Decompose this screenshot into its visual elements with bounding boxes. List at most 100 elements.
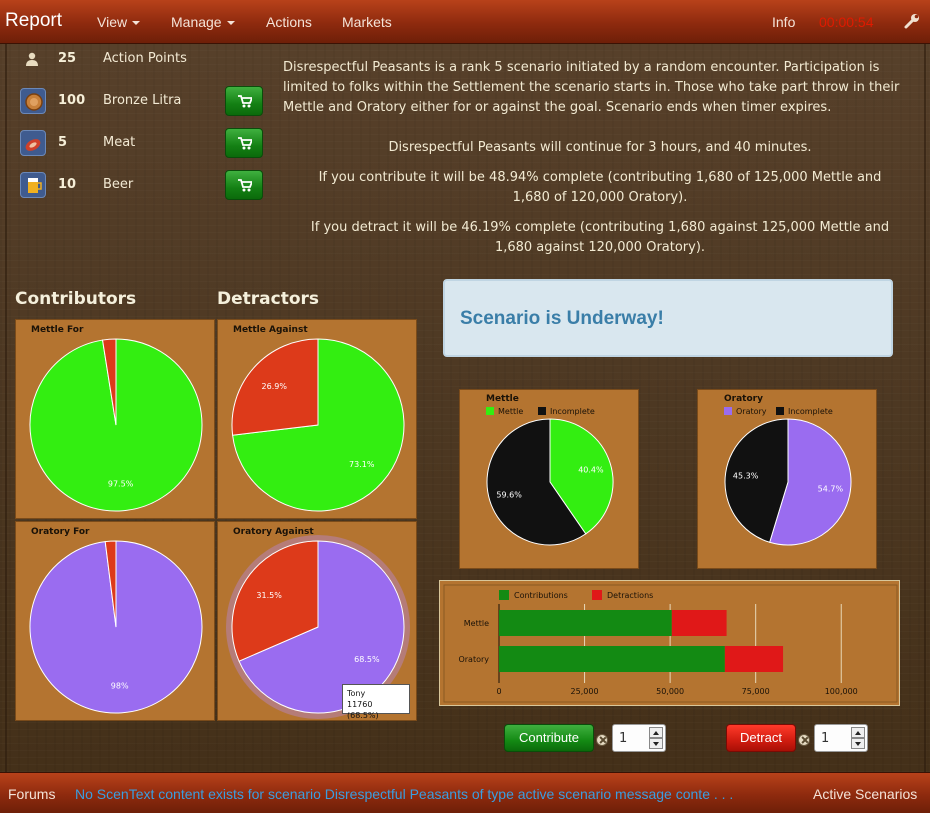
decrement-arrow-icon[interactable] [851,738,865,749]
resource-row-action-points: 25 Action Points [20,44,270,74]
detract-button[interactable]: Detract [726,724,796,752]
resource-row-beer: 10 Beer [20,170,270,200]
decrement-arrow-icon[interactable] [649,738,663,749]
legend-label: Oratory [736,407,767,416]
pie-title: Mettle [486,394,519,404]
pie-slice-label: 31.5% [256,591,282,600]
resource-name: Action Points [103,51,187,66]
nav-markets[interactable]: Markets [342,14,392,30]
contributors-heading: Contributors [15,289,137,309]
pie-slice-label: 45.3% [733,472,759,481]
pie-chart-svg: 73.1% 26.9% [231,338,405,512]
pie-chart-svg: 98% [29,540,203,714]
contribute-quantity-stepper[interactable] [612,724,666,752]
nav-view-label: View [97,14,128,30]
nav-info[interactable]: Info [772,14,795,30]
person-icon [26,52,38,66]
brand-title[interactable]: Report [5,10,62,32]
pie-title: Mettle Against [233,325,308,335]
clear-contribute-icon[interactable] [596,734,608,746]
y-category-label: Mettle [464,619,489,628]
contribute-projection: If you contribute it will be 48.94% comp… [318,170,882,205]
beer-mug-icon [20,172,46,198]
legend-swatch [538,407,546,415]
clear-detract-icon[interactable] [798,734,810,746]
scenario-status-text: Scenario is Underway! [460,308,664,329]
frame-border-right [924,44,926,772]
mettle-for-pie-panel: 97.5% Mettle For [15,319,215,519]
scenario-status-box: Scenario is Underway! [443,279,893,357]
legend-swatch [499,590,509,600]
oratory-for-pie-panel: 98% Oratory For [15,521,215,721]
active-scenarios-link[interactable]: Active Scenarios [813,786,917,802]
detract-quantity-stepper[interactable] [814,724,868,752]
contribute-quantity-input[interactable] [619,729,647,747]
detract-quantity-input[interactable] [821,729,849,747]
pie-chart-svg: 54.7% 45.3% Oratory Incomplete [724,407,852,546]
legend-label: Mettle [498,407,523,416]
bar-segment[interactable] [724,646,784,672]
top-navbar: Report View Manage Actions Markets Info … [0,0,930,44]
nav-view-menu[interactable]: View [97,14,141,30]
buy-bronze-litra-button[interactable] [225,86,263,116]
pie-slice-label: 68.5% [354,655,380,664]
x-tick-label: 0 [496,687,501,696]
wrench-icon[interactable] [903,12,921,30]
scenario-duration: Disrespectful Peasants will continue for… [388,140,812,155]
nav-actions[interactable]: Actions [266,14,312,30]
mettle-against-pie-panel: 73.1% 26.9% Mettle Against [217,319,417,519]
resource-qty: 25 [58,51,77,66]
nav-manage-menu[interactable]: Manage [171,14,235,30]
forums-link[interactable]: Forums [8,786,55,802]
buy-beer-button[interactable] [225,170,263,200]
mettle-progress-pie-panel: 40.4% 59.6% Mettle Incomplete Mettle [459,389,639,569]
shopping-cart-icon [238,179,252,192]
y-category-label: Oratory [458,655,489,664]
frame-border-left [5,44,7,772]
shopping-cart-icon [238,137,252,150]
resource-name: Meat [103,135,136,150]
buy-meat-button[interactable] [225,128,263,158]
pie-slice-label: 40.4% [578,465,604,474]
pie-title: Oratory For [31,527,90,537]
stepper-arrows [851,727,865,749]
pie-slice-label: 98% [111,681,129,690]
scenario-description: Disrespectful Peasants is a rank 5 scena… [283,60,900,115]
stepper-arrows [649,727,663,749]
oratory-progress-pie-panel: 54.7% 45.3% Oratory Incomplete Oratory [697,389,877,569]
bar-segment[interactable] [499,646,725,672]
increment-arrow-icon[interactable] [851,727,865,738]
resource-qty: 5 [58,135,68,150]
pie-chart-svg: 97.5% [29,338,203,512]
pie-slice-label: 26.9% [262,382,288,391]
chevron-down-icon [132,21,141,26]
legend-label: Incomplete [788,407,833,416]
pie-slice-label: 59.6% [496,491,522,500]
pie-title: Mettle For [31,325,84,335]
pie-title: Oratory [724,394,763,404]
news-ticker[interactable]: No ScenText content exists for scenario … [75,786,745,802]
nav-manage-label: Manage [171,14,222,30]
pie-slice-label: 73.1% [349,460,375,469]
contribute-button[interactable]: Contribute [504,724,594,752]
bar-segment[interactable] [671,610,727,636]
pie-title: Oratory Against [233,527,314,537]
resource-row-bronze-litra: 100 Bronze Litra [20,86,270,116]
meat-icon [20,130,46,156]
resource-row-meat: 5 Meat [20,128,270,158]
x-tick-label: 100,000 [825,687,858,696]
resource-name: Bronze Litra [103,93,182,108]
legend-swatch [486,407,494,415]
legend-swatch [724,407,732,415]
bronze-coin-icon [20,88,46,114]
legend-label: Detractions [607,591,653,600]
pie-chart-svg: 40.4% 59.6% Mettle Incomplete [486,407,614,546]
tooltip-name: Tony [347,689,366,698]
contributions-bar-chart: 0 25,000 50,000 75,000 100,000 Mettle Oratory C… [439,580,900,706]
bar-segment[interactable] [499,610,672,636]
pie-slice-label: 54.7% [818,484,844,493]
pie-tooltip: Tony 11760 (68.5%) [342,684,410,720]
x-tick-label: 25,000 [571,687,599,696]
increment-arrow-icon[interactable] [649,727,663,738]
x-tick-label: 75,000 [742,687,770,696]
